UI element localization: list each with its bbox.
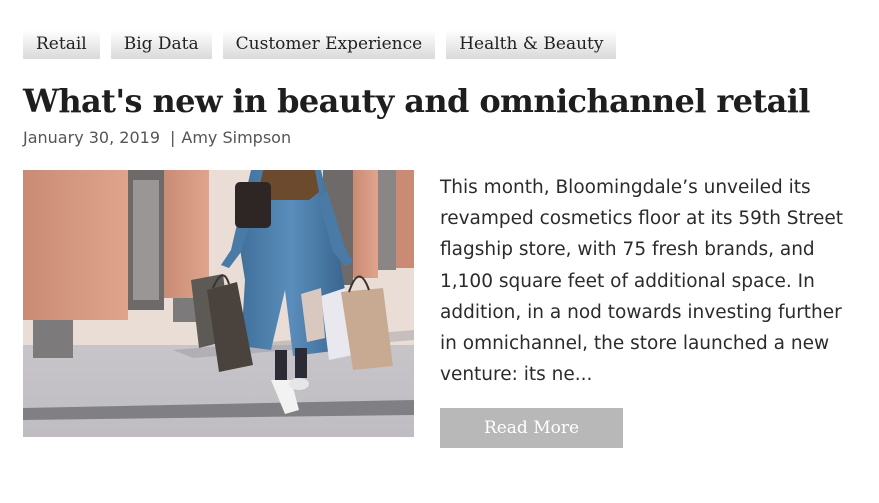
post-date: January 30, 2019 [23, 128, 160, 147]
post-title[interactable]: What's new in beauty and omnichannel ret… [23, 82, 810, 120]
shopping-woman-photo [23, 170, 414, 437]
post-image[interactable] [23, 170, 414, 437]
category-tags: Retail Big Data Customer Experience Heal… [23, 30, 617, 59]
tag-retail[interactable]: Retail [23, 30, 100, 59]
tag-health-beauty[interactable]: Health & Beauty [446, 30, 617, 59]
read-more-button[interactable]: Read More [440, 408, 623, 448]
post-meta: January 30, 2019 | Amy Simpson [23, 128, 291, 147]
tag-big-data[interactable]: Big Data [110, 30, 212, 59]
post-excerpt: This month, Bloomingdale’s unveiled its … [440, 177, 844, 386]
post-author[interactable]: Amy Simpson [181, 128, 291, 147]
meta-separator: | [170, 128, 176, 147]
tag-customer-experience[interactable]: Customer Experience [222, 30, 436, 59]
